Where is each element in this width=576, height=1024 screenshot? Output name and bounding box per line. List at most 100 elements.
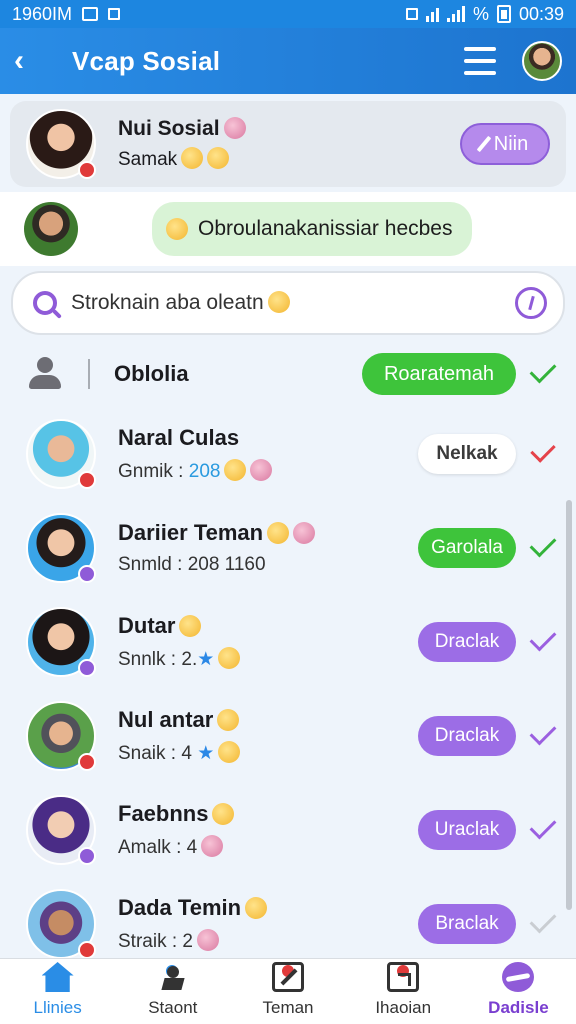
search-input[interactable]: Stroknain aba oleatn bbox=[71, 291, 515, 315]
check-icon bbox=[529, 624, 557, 652]
emoji-icon bbox=[267, 522, 290, 544]
contact-action-button[interactable]: Braclak bbox=[418, 904, 516, 944]
badge-icon bbox=[78, 161, 96, 179]
check-icon bbox=[530, 437, 556, 463]
emoji-icon bbox=[207, 147, 230, 169]
contact-action-button[interactable]: Uraclak bbox=[418, 810, 516, 850]
star-icon: ★ bbox=[197, 649, 215, 670]
emoji-icon bbox=[293, 522, 316, 544]
check-icon bbox=[529, 906, 557, 934]
edit-icon bbox=[272, 962, 304, 992]
suggestion-bubble[interactable]: Obroulanakanissiar hecbes bbox=[152, 202, 473, 256]
emoji-icon bbox=[197, 929, 219, 951]
emoji-icon bbox=[245, 897, 268, 919]
contact-action-button[interactable]: Draclak bbox=[418, 622, 516, 662]
bell-icon bbox=[218, 647, 241, 669]
menu-button[interactable] bbox=[464, 47, 496, 75]
contact-avatar bbox=[26, 795, 96, 865]
profile-name: Nui Sosial bbox=[118, 117, 246, 141]
contact-avatar bbox=[26, 889, 96, 959]
contact-avatar bbox=[26, 701, 96, 771]
emoji-icon bbox=[166, 218, 188, 240]
emoji-icon bbox=[218, 741, 241, 763]
emoji-icon bbox=[217, 709, 240, 731]
contact-name: Faebnns bbox=[118, 801, 418, 827]
star-icon: ★ bbox=[197, 743, 215, 764]
check-icon bbox=[529, 718, 557, 746]
notification-icon bbox=[82, 7, 99, 21]
contact-name: Dada Temin bbox=[118, 895, 418, 921]
suggestion-avatar[interactable] bbox=[24, 202, 78, 256]
badge-icon bbox=[78, 565, 96, 583]
contact-avatar bbox=[26, 419, 96, 489]
export-icon bbox=[387, 962, 420, 992]
balloon-icon bbox=[179, 615, 202, 637]
badge-icon bbox=[78, 753, 96, 771]
contact-action-button[interactable]: Garolala bbox=[418, 528, 516, 568]
list-item[interactable]: Faebnns Amalk : 4 Uraclak bbox=[0, 784, 576, 876]
app-bar: ‹ Vcap Sosial bbox=[0, 28, 576, 94]
person-icon bbox=[28, 357, 62, 391]
contact-action-button[interactable]: Nelkak bbox=[418, 434, 516, 474]
contact-action-button[interactable]: Draclak bbox=[418, 716, 516, 756]
list-item[interactable]: Nul antar Snaik : 4 ★ Draclak bbox=[0, 690, 576, 782]
badge-icon bbox=[78, 847, 96, 865]
contact-meta: Gnmik : 208 bbox=[118, 459, 418, 483]
profile-icon bbox=[502, 962, 535, 992]
page-title: Vcap Sosial bbox=[72, 45, 221, 76]
profile-avatar[interactable] bbox=[26, 109, 96, 179]
user-avatar[interactable] bbox=[522, 41, 562, 81]
search-bar[interactable]: Stroknain aba oleatn bbox=[11, 271, 565, 335]
list-item[interactable]: Dada Temin Straik : 2 Braclak bbox=[0, 878, 576, 970]
contact-meta: Snmld : 208 1160 bbox=[118, 554, 266, 575]
status-left-text: 1960IM bbox=[12, 3, 73, 24]
suggestion-row: Obroulanakanissiar hecbes bbox=[0, 192, 576, 266]
pencil-icon bbox=[476, 135, 492, 153]
arrow-up-icon bbox=[201, 835, 224, 857]
badge-icon bbox=[78, 471, 96, 489]
status-time: 00:39 bbox=[518, 3, 564, 24]
bottom-nav: Llinies Staont Teman Ihaoian Dadisle bbox=[0, 958, 576, 1024]
list-header: Oblolia Roaratemah bbox=[0, 342, 576, 406]
contact-name: Dutar bbox=[118, 613, 418, 639]
contact-meta: Straik : 2 bbox=[118, 929, 418, 953]
check-icon bbox=[529, 812, 557, 840]
nav-profile[interactable]: Dadisle bbox=[461, 959, 576, 1024]
nav-export[interactable]: Ihaoian bbox=[346, 959, 461, 1024]
emoji-icon bbox=[223, 117, 246, 139]
signal-icon bbox=[446, 6, 465, 22]
contact-name: Dariier Teman bbox=[118, 520, 418, 546]
mute-icon bbox=[405, 8, 418, 20]
nav-teman[interactable]: Teman bbox=[230, 959, 345, 1024]
list-item[interactable]: Naral Culas Gnmik : 208 Nelkak bbox=[0, 408, 576, 500]
contact-avatar bbox=[26, 513, 96, 583]
list-header-label: Oblolia bbox=[114, 361, 189, 386]
search-icon bbox=[33, 291, 57, 315]
contact-avatar bbox=[26, 607, 96, 677]
list-item[interactable]: Dariier Teman Snmld : 208 1160 Garolala bbox=[0, 502, 576, 594]
battery-icon bbox=[496, 5, 511, 23]
profile-subtitle: Samak bbox=[118, 147, 246, 171]
profile-card: Nui Sosial Samak Niin bbox=[10, 101, 566, 187]
status-bar: 1960IM % 00:39 bbox=[0, 0, 576, 28]
contact-meta: Snnlk : 2.★ bbox=[118, 647, 418, 671]
contact-meta: Amalk : 4 bbox=[118, 835, 418, 859]
header-action-button[interactable]: Roaratemah bbox=[362, 353, 516, 395]
emoji-icon bbox=[250, 459, 273, 481]
nav-home[interactable]: Llinies bbox=[0, 959, 115, 1024]
home-icon bbox=[41, 962, 74, 992]
scrollbar[interactable] bbox=[566, 500, 572, 910]
emoji-icon bbox=[181, 147, 204, 169]
back-button[interactable]: ‹ bbox=[14, 44, 54, 78]
emoji-icon bbox=[212, 803, 235, 825]
compass-icon[interactable] bbox=[515, 287, 547, 319]
settings-icon bbox=[108, 8, 121, 20]
emoji-icon bbox=[224, 459, 247, 481]
nav-activity[interactable]: Staont bbox=[115, 959, 230, 1024]
wifi-icon bbox=[425, 6, 439, 22]
activity-icon bbox=[157, 962, 189, 992]
check-icon bbox=[529, 530, 557, 558]
badge-icon bbox=[78, 941, 96, 959]
list-item[interactable]: Dutar Snnlk : 2.★ Draclak bbox=[0, 596, 576, 688]
edit-button[interactable]: Niin bbox=[460, 123, 550, 165]
